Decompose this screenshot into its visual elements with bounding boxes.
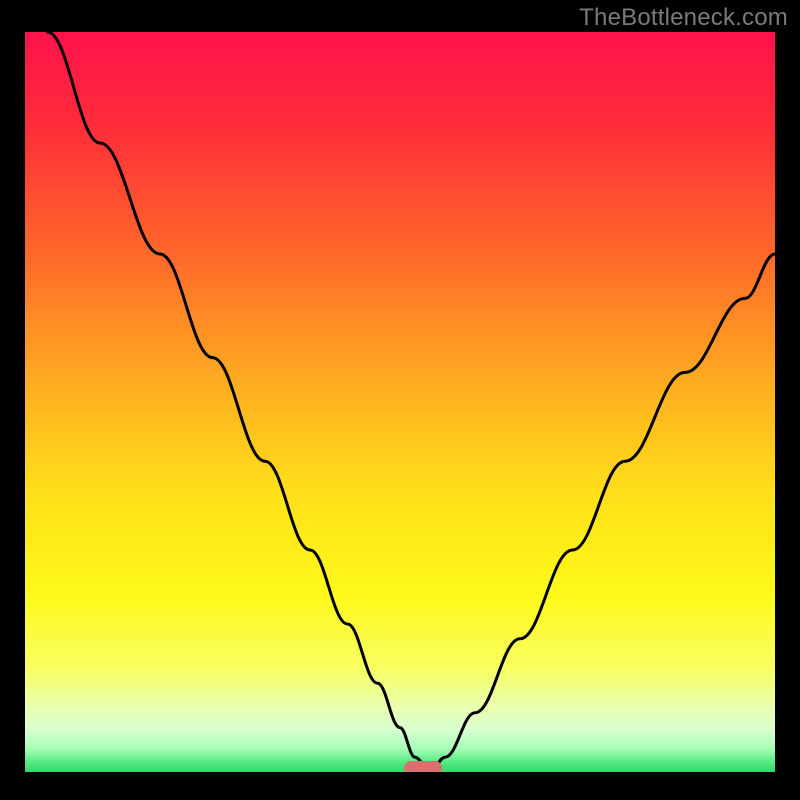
chart-frame: TheBottleneck.com bbox=[0, 0, 800, 800]
plot-area bbox=[25, 32, 775, 772]
watermark-text: TheBottleneck.com bbox=[579, 4, 788, 32]
optimal-point-marker bbox=[404, 761, 442, 772]
bottleneck-curve bbox=[25, 32, 775, 772]
